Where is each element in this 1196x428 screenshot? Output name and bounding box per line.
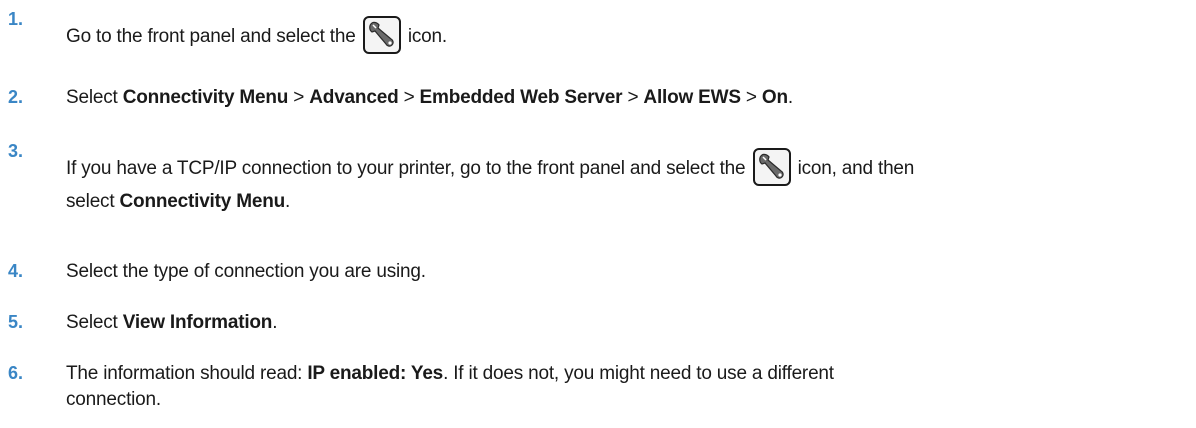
menu-view-information: View Information — [122, 312, 273, 333]
period: . — [787, 87, 793, 108]
step-text: Select the type of connection you are us… — [66, 261, 426, 282]
step-text: If you have a TCP/IP connection to your … — [66, 148, 915, 188]
step-text: The information should read: IP enabled:… — [66, 364, 834, 383]
step-text-before-icon: If you have a TCP/IP connection to your … — [66, 158, 746, 180]
menu-embedded-web-server: Embedded Web Server — [419, 87, 623, 108]
menu-on: On — [761, 87, 788, 108]
step-text-line-2: connection. — [66, 389, 161, 410]
step-number: 2. — [8, 87, 24, 107]
step-number: 4. — [8, 261, 24, 281]
text-suffix: . If it does not, you might need to use … — [443, 363, 834, 384]
step-text-before-icon: Go to the front panel and select the — [66, 26, 356, 48]
separator: > — [398, 87, 420, 108]
menu-allow-ews: Allow EWS — [643, 87, 741, 108]
wrench-icon — [752, 148, 791, 186]
period: . — [272, 312, 278, 333]
ip-enabled-value: IP enabled: Yes — [307, 363, 444, 384]
step-text-after-icon: icon. — [407, 26, 447, 48]
step-text: Go to the front panel and select the ico… — [66, 16, 447, 56]
separator: > — [622, 87, 644, 108]
step-text-line-2: select Connectivity Menu. — [66, 192, 290, 211]
menu-connectivity: Connectivity Menu — [119, 191, 286, 212]
wrench-icon — [362, 16, 401, 54]
text-select: select — [66, 191, 120, 212]
step-text: Select Connectivity Menu > Advanced > Em… — [66, 88, 793, 107]
step-number: 3. — [8, 141, 24, 161]
period: . — [285, 191, 291, 212]
menu-connectivity: Connectivity Menu — [122, 87, 289, 108]
step-number: 5. — [8, 312, 24, 332]
text-select: Select — [66, 312, 123, 333]
menu-advanced: Advanced — [309, 87, 399, 108]
separator: > — [740, 87, 762, 108]
text-prefix: The information should read: — [66, 363, 308, 384]
step-number: 1. — [8, 9, 24, 29]
step-number: 6. — [8, 363, 24, 383]
separator: > — [288, 87, 310, 108]
step-text-after-icon: icon, and then — [797, 158, 915, 180]
text-select: Select — [66, 87, 123, 108]
step-text: Select View Information. — [66, 312, 278, 333]
